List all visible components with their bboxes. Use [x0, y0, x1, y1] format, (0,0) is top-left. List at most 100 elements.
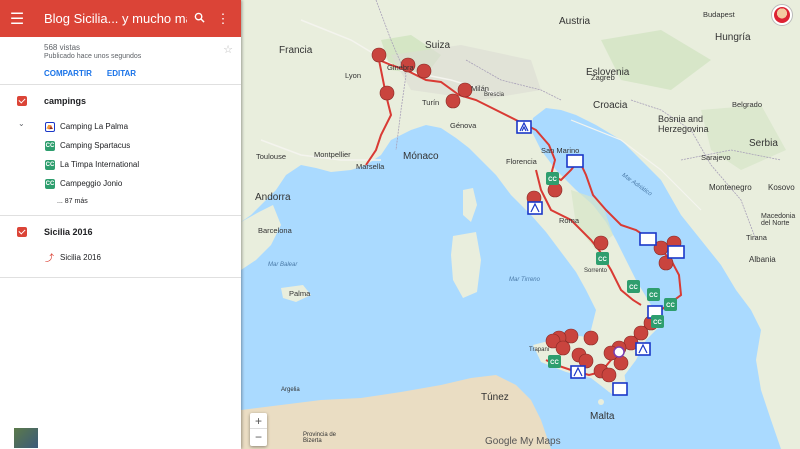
google-my-maps-logo: Google My Maps	[485, 436, 561, 447]
published-status: Publicado hace unos segundos	[44, 53, 142, 60]
map-pin	[601, 367, 617, 383]
views-count: 568 vistas	[44, 43, 81, 52]
label-barcelona: Barcelona	[258, 226, 292, 235]
map-pin	[583, 330, 599, 346]
svg-text:CC: CC	[649, 293, 658, 299]
label-san-marino: San Marino	[541, 146, 580, 155]
layer-campings: campings ⌄ ⛺ Camping La Palma CC Camping…	[0, 85, 241, 216]
list-item[interactable]: ⤴ Sicilia 2016	[0, 248, 241, 267]
map-pin	[416, 63, 432, 79]
share-button[interactable]: COMPARTIR	[44, 69, 92, 78]
list-item[interactable]: CC La Timpa International	[0, 155, 241, 174]
map-pin	[613, 355, 629, 371]
layer-checkbox[interactable]	[17, 227, 27, 237]
logo-text: Google My Maps	[485, 436, 561, 447]
label-lyon: Lyon	[345, 71, 361, 80]
label-brescia: Brescia	[484, 92, 505, 98]
label-tirana: Tirana	[746, 233, 767, 242]
label-austria: Austria	[559, 16, 591, 27]
list-item[interactable]: ⌄ ⛺ Camping La Palma	[0, 117, 241, 136]
star-icon[interactable]: ☆	[223, 43, 233, 56]
map-svg: CC CC CC CC CC CC CC	[241, 0, 800, 449]
label-croacia: Croacia	[593, 100, 628, 111]
map-pin	[445, 93, 461, 109]
label-monaco: Mónaco	[403, 151, 439, 162]
more-items-link[interactable]: ... 87 más	[0, 193, 241, 209]
label-toulouse: Toulouse	[256, 152, 287, 161]
cc-icon: CC	[45, 140, 55, 151]
chevron-down-icon[interactable]: ⌄	[18, 119, 25, 128]
label-budapest: Budapest	[703, 10, 735, 19]
cc-icon: CC	[45, 159, 55, 170]
item-label: Camping Spartacus	[60, 141, 131, 150]
zoom-in-button[interactable]: +	[250, 413, 267, 429]
label-zagreb: Zagreb	[591, 73, 615, 82]
svg-text:CC: CC	[598, 257, 607, 263]
label-turin: Turín	[422, 98, 440, 107]
search-icon[interactable]	[187, 11, 211, 26]
panel-header: ☰ Blog Sicilia... y mucho más ⋮	[0, 0, 241, 37]
label-mar-tirreno: Mar Tirreno	[509, 277, 540, 283]
map-canvas[interactable]: CC CC CC CC CC CC CC Francia Suiza Austr…	[241, 0, 800, 449]
svg-text:CC: CC	[550, 360, 559, 366]
svg-text:CC: CC	[629, 285, 638, 291]
label-francia: Francia	[279, 45, 313, 56]
item-label: Sicilia 2016	[60, 253, 101, 262]
route-icon: ⤴	[45, 252, 55, 263]
item-label: Campeggio Jonio	[60, 179, 123, 188]
map-pin	[563, 328, 579, 344]
flower-marker	[613, 346, 625, 358]
label-ginebra: Ginebra	[387, 63, 414, 72]
label-suiza: Suiza	[425, 40, 451, 51]
layer-checkbox[interactable]	[17, 96, 27, 106]
label-roma: Roma	[559, 216, 580, 225]
app-root: CC CC CC CC CC CC CC Francia Suiza Austr…	[0, 0, 800, 449]
label-marsella: Marsella	[356, 162, 385, 171]
list-item[interactable]: CC Campeggio Jonio	[0, 174, 241, 193]
label-tunez: Túnez	[481, 392, 509, 403]
layer-sicilia-2016: Sicilia 2016 ⤴ Sicilia 2016	[0, 216, 241, 278]
map-pin	[379, 85, 395, 101]
label-macedonia: Macedonia del Norte	[761, 213, 796, 227]
base-map-thumbnail[interactable]	[13, 427, 39, 449]
item-label: La Timpa International	[60, 160, 140, 169]
cc-icon: CC	[45, 178, 55, 189]
map-pin	[547, 182, 563, 198]
menu-icon[interactable]: ☰	[0, 9, 34, 29]
more-vert-icon[interactable]: ⋮	[211, 11, 235, 27]
layer-name[interactable]: Sicilia 2016	[44, 227, 93, 237]
list-item[interactable]: CC Camping Spartacus	[0, 136, 241, 155]
profile-avatar[interactable]	[771, 4, 793, 26]
label-montenegro: Montenegro	[709, 183, 752, 192]
label-malta: Malta	[590, 411, 615, 422]
camping-icon: ⛺	[45, 121, 55, 132]
avatar-face-icon	[774, 7, 790, 23]
label-mar-balear: Mar Balear	[268, 262, 298, 268]
item-label: Camping La Palma	[60, 122, 129, 131]
map-pin	[593, 235, 609, 251]
map-pin	[457, 82, 473, 98]
label-sorrento: Sorrento	[584, 268, 608, 274]
layer-name[interactable]: campings	[44, 96, 86, 106]
label-belgrado: Belgrado	[732, 100, 763, 109]
zoom-out-button[interactable]: −	[250, 429, 267, 445]
label-bosnia: Bosnia and Herzegovina	[658, 114, 709, 134]
edit-button[interactable]: EDITAR	[107, 69, 136, 78]
svg-text:CC: CC	[666, 303, 675, 309]
label-kosovo: Kosovo	[768, 183, 795, 192]
label-serbia: Serbia	[749, 138, 778, 149]
label-trapani: Trapani	[529, 347, 550, 353]
map-title[interactable]: Blog Sicilia... y mucho más	[34, 11, 187, 26]
label-hungria: Hungría	[715, 32, 751, 43]
label-argelia: Argelia	[281, 387, 300, 393]
label-palma: Palma	[289, 289, 311, 298]
map-pin	[371, 47, 387, 63]
label-florencia: Florencia	[506, 157, 537, 166]
svg-text:CC: CC	[653, 320, 662, 326]
label-montpellier: Montpellier	[314, 150, 351, 159]
label-andorra: Andorra	[255, 192, 291, 203]
label-sarajevo: Sarajevo	[701, 153, 731, 162]
label-albania: Albania	[749, 255, 776, 264]
map-meta: 568 vistas Publicado hace unos segundos …	[0, 37, 241, 85]
map-pin	[555, 340, 571, 356]
